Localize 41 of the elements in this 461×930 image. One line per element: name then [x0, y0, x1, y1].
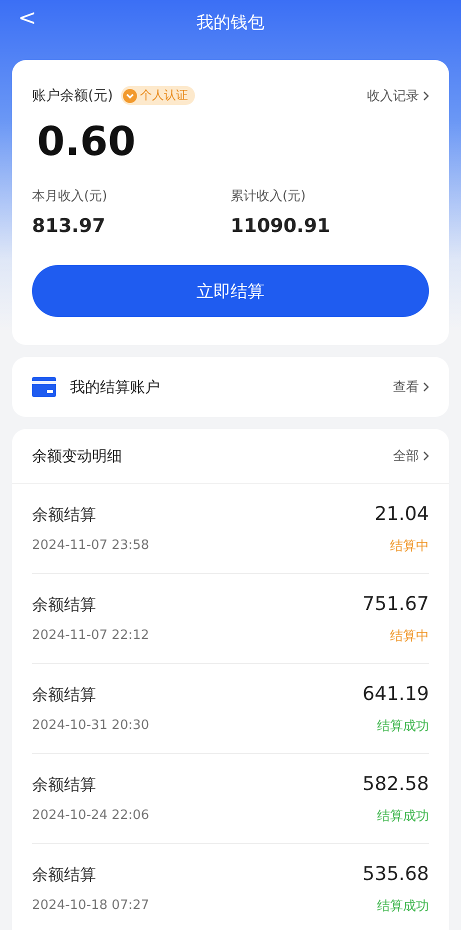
chevron-right-icon [423, 90, 429, 100]
stat-value: 11090.91 [230, 215, 332, 237]
settle-button[interactable]: 立即结算 [32, 265, 429, 317]
record-amount: 21.04 [374, 502, 429, 524]
record-time: 2024-10-24 22:06 [32, 808, 150, 822]
all-link[interactable]: 全部 [393, 447, 429, 465]
record-time: 2024-10-31 20:30 [32, 718, 150, 732]
section-title: 余额变动明细 [32, 446, 122, 466]
balance-amount: 0.60 [37, 119, 137, 165]
record-time: 2024-10-18 07:27 [32, 898, 150, 912]
record-amount: 751.67 [362, 592, 429, 614]
account-title: 我的结算账户 [70, 378, 160, 396]
record-status: 结算中 [390, 628, 429, 644]
record-name: 余额结算 [32, 504, 97, 526]
record-status: 结算成功 [377, 808, 429, 824]
income-record-link[interactable]: 收入记录 [367, 86, 429, 104]
record-status: 结算成功 [377, 718, 429, 734]
account-card[interactable]: 我的结算账户 查看 [12, 357, 449, 417]
stat-label: 累计收入(元) [230, 188, 307, 205]
page-title: 我的钱包 [196, 12, 264, 34]
back-button[interactable]: < [18, 6, 36, 31]
chevron-circle-icon [122, 88, 137, 102]
record-amount: 641.19 [362, 682, 429, 704]
chevron-right-icon [423, 451, 429, 461]
record-status: 结算成功 [377, 898, 429, 914]
record-status: 结算中 [390, 538, 429, 554]
card-icon [32, 377, 56, 397]
stat-label: 本月收入(元) [32, 188, 108, 205]
view-link[interactable]: 查看 [393, 378, 429, 396]
record-name: 余额结算 [32, 594, 97, 616]
record-amount: 582.58 [362, 772, 429, 794]
record-time: 2024-11-07 22:12 [32, 628, 150, 642]
record-amount: 535.68 [362, 862, 429, 884]
record-name: 余额结算 [32, 684, 97, 706]
record-time: 2024-11-07 23:58 [32, 538, 150, 552]
record-name: 余额结算 [32, 864, 97, 886]
badge-label: 个人认证 [140, 87, 188, 104]
record-name: 余额结算 [32, 774, 97, 796]
chevron-right-icon [423, 382, 429, 392]
stat-value: 813.97 [32, 215, 106, 237]
balance-label: 账户余额(元) [32, 86, 113, 104]
